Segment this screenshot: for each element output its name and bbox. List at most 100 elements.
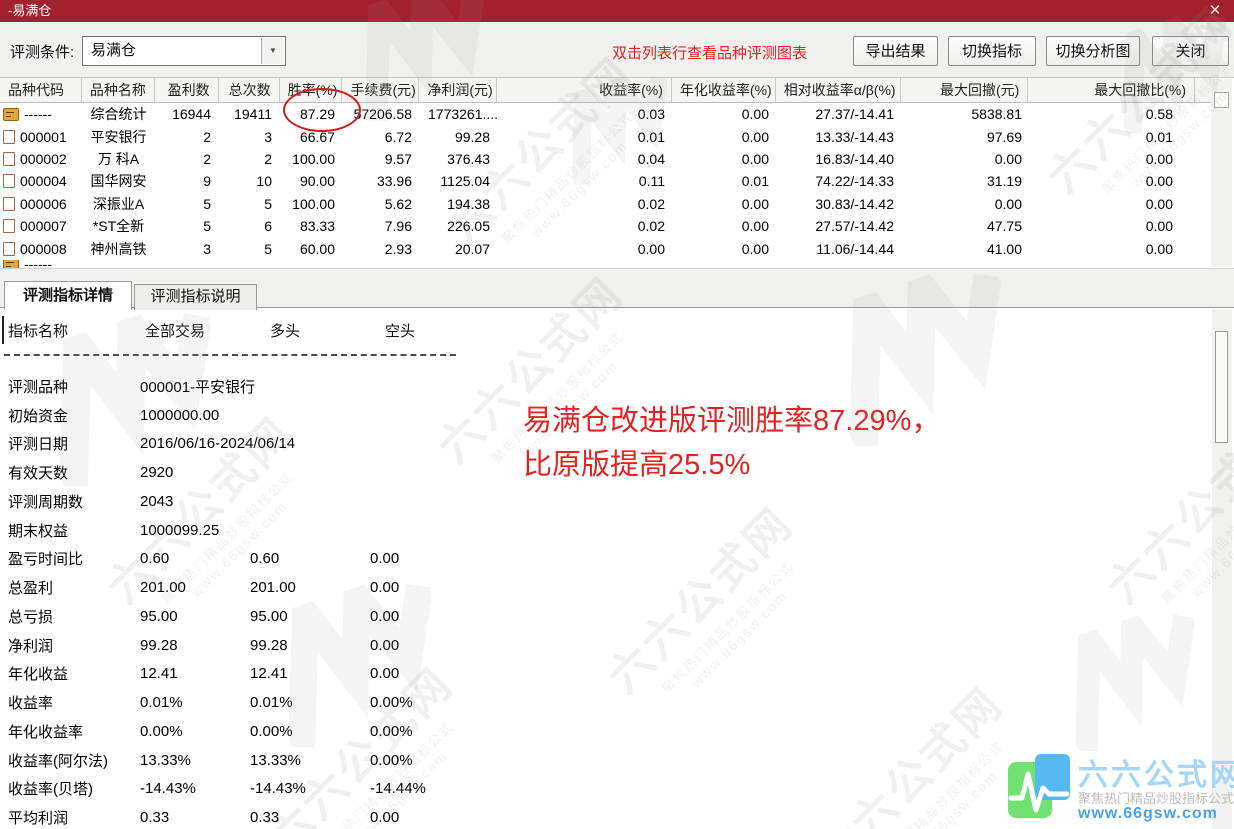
toolbar: 评测条件: 易满仓 ▼ 双击列表行查看品种评测图表 导出结果 切换指标 切换分析… [0,22,1234,78]
stock-code: 000002 [20,148,67,170]
column-header[interactable]: 品种代码 [0,78,82,102]
cell-ret: 0.03 [498,103,673,125]
table-row-partial[interactable]: ------ [0,260,1197,268]
detail-label: 初始资金 [0,405,140,426]
detail-all: 0.01% [140,694,250,711]
detail-label: 年化收益 [0,663,140,684]
cell-total: 6 [219,215,280,237]
close-button[interactable]: 关闭 [1152,36,1229,66]
table-scrollbar[interactable] [1211,79,1232,267]
table-row[interactable]: 000006深振业A55100.005.62194.380.020.0030.8… [0,193,1197,215]
column-header[interactable]: 相对收益率α/β(%) [776,78,901,102]
table-row[interactable]: 000007*ST全新5683.337.96226.050.020.0027.5… [0,215,1197,237]
cell-wins: 5 [155,215,219,237]
table-row[interactable]: ------综合统计169441941187.2957206.581773261… [0,103,1197,125]
page-icon [3,219,15,233]
detail-all: 99.28 [140,637,250,654]
cell-alpha_beta: 13.33/-14.43 [777,126,902,148]
detail-row: 盈亏时间比0.600.600.00 [0,545,520,574]
stock-code: 000001 [20,126,67,148]
stock-code: 000004 [20,170,67,192]
cell-alpha_beta: 27.57/-14.42 [777,215,902,237]
cell-winrate: 60.00 [280,238,343,260]
cell-profit: 1773261.... [420,103,498,125]
cell-profit: 194.38 [420,193,498,215]
detail-long: 0.60 [250,550,370,567]
detail-long: 0.00% [250,723,370,740]
detail-label: 总亏损 [0,606,140,627]
page-icon [3,152,15,166]
cell-ret: 0.02 [498,215,673,237]
detail-row: 平均利润0.330.330.00 [0,803,520,829]
detail-label: 收益率 [0,692,140,713]
detail-header-all: 全部交易 [145,320,205,341]
detail-all: 1000099.25 [140,522,250,539]
cell-wins: 2 [155,126,219,148]
column-header[interactable]: 年化收益率(%) [672,78,776,102]
tab-indicator-details[interactable]: 评测指标详情 [4,281,132,310]
cell-total: 5 [219,193,280,215]
cell-name: 国华网安 [82,170,155,192]
cell-name: 平安银行 [82,126,155,148]
table-row[interactable]: 000002万 科A22100.009.57376.430.040.0016.8… [0,148,1197,170]
column-header[interactable]: 盈利数 [155,78,219,102]
column-header[interactable]: 最大回撤比(%) [1028,78,1195,102]
cell-total: 3 [219,126,280,148]
cell-name: 深振业A [82,193,155,215]
cell-fee: 9.57 [343,148,420,170]
panel-scrollbar-thumb[interactable] [1215,331,1228,443]
column-header[interactable]: 收益率(%) [497,78,672,102]
detail-short: 0.00 [370,637,520,654]
cell-profit: 226.05 [420,215,498,237]
detail-row: 期末权益1000099.25 [0,516,520,545]
column-header[interactable]: 净利润(元) [419,78,497,102]
cell-alpha_beta: 74.22/-14.33 [777,170,902,192]
condition-label: 评测条件: [10,41,74,62]
detail-row: 评测日期2016/06/16-2024/06/14 [0,430,520,459]
cell-alpha_beta: 30.83/-14.42 [777,193,902,215]
logo-url: www.66gsw.com [1078,805,1218,823]
summary-icon [3,260,19,268]
cell-drawdown_pct: 0.00 [1030,215,1197,237]
detail-label: 有效天数 [0,462,140,483]
table-row[interactable]: 000001平安银行2366.676.7299.280.010.0013.33/… [0,125,1197,147]
cell-profit: 376.43 [420,148,498,170]
detail-short: 0.00% [370,752,520,769]
table-scrollbar-thumb[interactable] [1214,92,1229,108]
close-icon[interactable]: ✕ [1202,0,1228,22]
detail-long: 99.28 [250,637,370,654]
cell-alpha_beta: 16.83/-14.40 [777,148,902,170]
cell-drawdown: 47.75 [902,215,1030,237]
detail-short: 0.00 [370,550,520,567]
stock-code: ------ [24,260,52,268]
detail-header-name: 指标名称 [8,320,68,341]
detail-long: -14.43% [250,780,370,797]
switch-analysis-chart-button[interactable]: 切换分析图 [1046,36,1140,66]
winrate-highlight-circle [283,88,361,132]
column-header[interactable]: 总次数 [219,78,280,102]
chevron-down-icon[interactable]: ▼ [261,38,284,64]
cell-total: 5 [219,238,280,260]
cell-drawdown: 0.00 [902,148,1030,170]
column-header[interactable]: 品种名称 [82,78,155,102]
tab-strip: 评测指标详情 评测指标说明 [0,268,1234,308]
cell-name: *ST全新 [82,215,155,237]
double-click-hint: 双击列表行查看品种评测图表 [612,42,807,63]
cell-name: 万 科A [82,148,155,170]
cell-winrate: 100.00 [280,148,343,170]
pulse-logo-icon [1008,754,1070,818]
export-results-button[interactable]: 导出结果 [853,36,938,66]
detail-short: 0.00 [370,665,520,682]
cell-ret: 0.01 [498,126,673,148]
switch-indicator-button[interactable]: 切换指标 [948,36,1036,66]
table-row[interactable]: 000004国华网安91090.0033.961125.040.110.0174… [0,170,1197,192]
tab-indicator-description[interactable]: 评测指标说明 [134,284,257,310]
cell-ret: 0.11 [498,170,673,192]
column-header[interactable]: 最大回撤(元) [901,78,1029,102]
annotation-text: 易满仓改进版评测胜率87.29%， 比原版提高25.5% [523,400,940,487]
table-row[interactable]: 000008神州高铁3560.002.9320.070.000.0011.06/… [0,237,1197,259]
detail-all: 1000000.00 [140,407,250,424]
condition-dropdown[interactable]: 易满仓 ▼ [82,36,286,66]
detail-label: 平均利润 [0,807,140,828]
detail-label: 期末权益 [0,520,140,541]
